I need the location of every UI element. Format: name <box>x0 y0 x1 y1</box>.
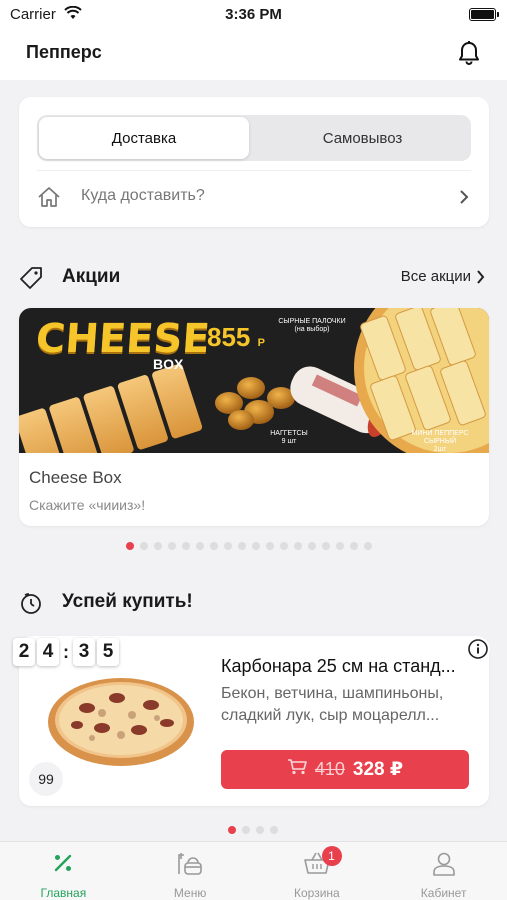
banner-label-sticks: СЫРНЫЕ ПАЛОЧКИ (на выбор) <box>278 318 346 333</box>
chevron-right-icon[interactable] <box>476 270 485 289</box>
promos-title: Акции <box>62 266 121 287</box>
promo-card[interactable]: CHEESE BOX 855 Р СЫРНЫЕ ПАЛОЧКИ (на выбо… <box>19 308 489 526</box>
clock-time: 3:36 PM <box>225 6 282 23</box>
hurry-title: Успей купить! <box>62 591 193 612</box>
home-icon <box>37 186 61 213</box>
promo-pager <box>126 542 372 550</box>
banner-label-mini-peppers: МИНИ ПЕППЕРС СЫРНЫЙ 2шт <box>411 430 469 453</box>
timer-digit: 2 <box>13 638 35 666</box>
page-dot[interactable] <box>242 826 250 834</box>
page-dot[interactable] <box>266 542 274 550</box>
user-icon <box>432 851 456 882</box>
tab-account[interactable]: Кабинет <box>380 842 507 900</box>
pizza-image <box>47 673 195 772</box>
bell-icon[interactable] <box>457 40 481 71</box>
deal-card[interactable]: 2 4 : 3 5 99 Карбонара 25 см на станд...… <box>13 636 490 806</box>
page-dot[interactable] <box>168 542 176 550</box>
app-header: Пепперс <box>0 30 507 80</box>
app-title: Пепперс <box>26 42 102 62</box>
page-dot[interactable] <box>280 542 288 550</box>
tab-home[interactable]: Главная <box>0 842 127 900</box>
page-dot[interactable] <box>238 542 246 550</box>
address-row[interactable]: Куда доставить? <box>37 177 471 217</box>
banner-price: 855 Р <box>207 322 265 352</box>
promo-banner-image: CHEESE BOX 855 Р СЫРНЫЕ ПАЛОЧКИ (на выбо… <box>19 308 489 453</box>
banner-headline: CHEESE <box>34 316 212 362</box>
page-dot[interactable] <box>256 826 264 834</box>
stopwatch-icon <box>19 591 43 620</box>
product-title: Карбонара 25 см на станд... <box>221 656 456 676</box>
promos-header: Акции Все акции <box>19 262 489 292</box>
tab-label: Кабинет <box>420 886 467 900</box>
product-description: Бекон, ветчина, шампиньоны, сладкий лук,… <box>221 685 444 724</box>
page-dot[interactable] <box>294 542 302 550</box>
tab-label: Корзина <box>294 886 340 900</box>
stock-count: 99 <box>29 762 63 796</box>
divider <box>37 170 471 171</box>
page-dot[interactable] <box>350 542 358 550</box>
timer-colon: : <box>63 641 69 662</box>
page-dot[interactable] <box>336 542 344 550</box>
deal-pager <box>228 826 278 834</box>
all-promos-link[interactable]: Все акции <box>401 268 471 285</box>
timer-digit: 3 <box>73 638 95 666</box>
hurry-header: Успей купить! <box>19 588 489 618</box>
timer-digit: 4 <box>37 638 59 666</box>
tab-bar: Главная Меню 1 Корзина Кабинет <box>0 841 507 900</box>
page-dot[interactable] <box>126 542 134 550</box>
banner-sub: BOX <box>153 356 184 372</box>
page-dot[interactable] <box>210 542 218 550</box>
promo-title: Cheese Box <box>29 468 122 487</box>
timer-digit: 5 <box>97 638 119 666</box>
promo-subtitle: Скажите «чиииз»! <box>29 497 146 513</box>
tab-label: Меню <box>173 886 207 900</box>
delivery-card: Доставка Самовывоз Куда доставить? <box>19 97 489 227</box>
page-dot[interactable] <box>224 542 232 550</box>
page-dot[interactable] <box>308 542 316 550</box>
tab-pickup[interactable]: Самовывоз <box>254 115 471 161</box>
tab-cart[interactable]: 1 Корзина <box>254 842 381 900</box>
tab-menu[interactable]: Меню <box>127 842 254 900</box>
page-dot[interactable] <box>140 542 148 550</box>
page-dot[interactable] <box>228 826 236 834</box>
tag-icon <box>19 266 43 295</box>
address-placeholder: Куда доставить? <box>81 187 205 204</box>
percent-icon <box>51 851 75 880</box>
buy-button[interactable]: 410 328 ₽ <box>221 750 469 789</box>
page-dot[interactable] <box>270 826 278 834</box>
page-dot[interactable] <box>364 542 372 550</box>
new-price: 328 ₽ <box>352 759 404 780</box>
banner-label-nuggets: НАГГЕТСЫ 9 шт <box>270 430 308 445</box>
tab-delivery[interactable]: Доставка <box>39 117 249 159</box>
page-dot[interactable] <box>154 542 162 550</box>
battery-icon <box>469 8 499 21</box>
page-dot[interactable] <box>322 542 330 550</box>
cart-badge: 1 <box>321 846 342 866</box>
tab-label: Главная <box>40 886 87 900</box>
menu-food-icon <box>176 851 204 882</box>
delivery-mode-switch: Доставка Самовывоз <box>37 115 471 161</box>
page-dot[interactable] <box>196 542 204 550</box>
status-bar: Carrier 3:36 PM <box>0 0 507 30</box>
cart-icon <box>287 759 307 780</box>
old-price: 410 <box>314 759 345 779</box>
countdown-timer: 2 4 : 3 5 <box>13 638 119 666</box>
chevron-right-icon <box>459 189 469 210</box>
page-dot[interactable] <box>252 542 260 550</box>
page-dot[interactable] <box>182 542 190 550</box>
